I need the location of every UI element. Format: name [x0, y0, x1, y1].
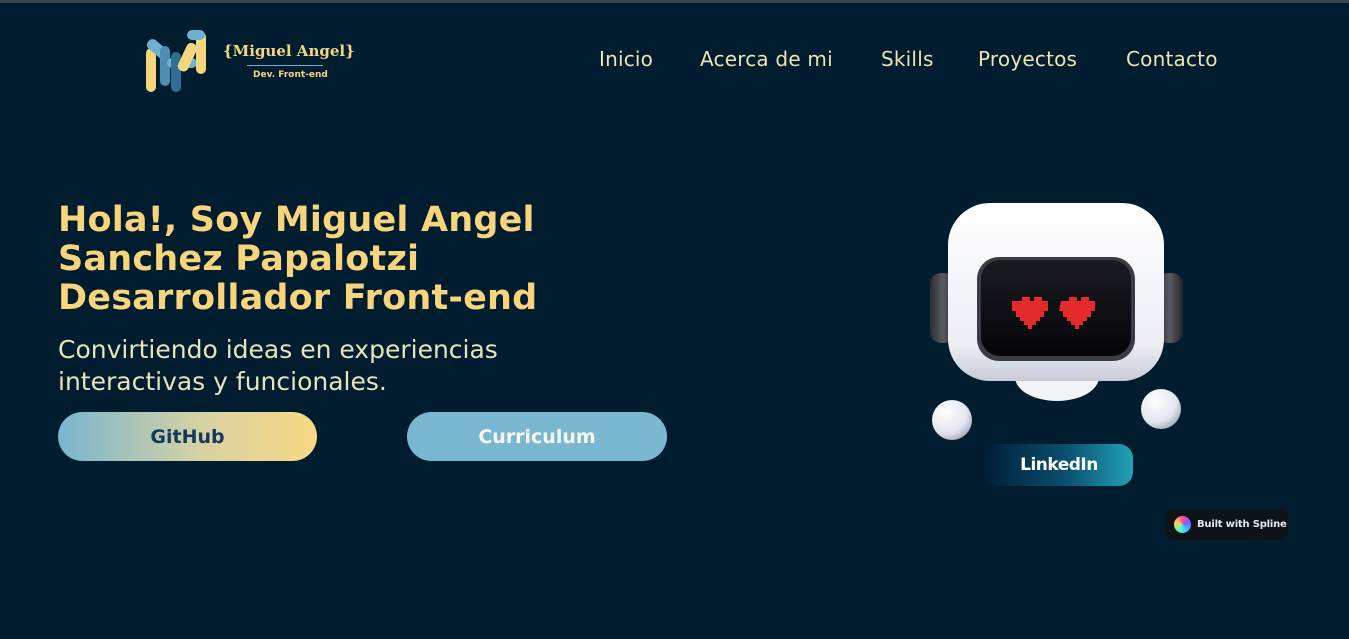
linkedin-button[interactable]: LinkedIn [985, 444, 1133, 486]
hero-subtitle-line: interactivas y funcionales. [58, 367, 387, 396]
browser-top-border [0, 0, 1349, 3]
hero-subtitle-line: Convirtiendo ideas en experiencias [58, 335, 498, 364]
spline-badge-label: Built with Spline [1197, 519, 1287, 530]
logo-divider [247, 65, 323, 66]
hero-subtitle: Convirtiendo ideas en experiencias inter… [58, 334, 498, 398]
hero-title: Hola!, Soy Miguel Angel Sanchez Papalotz… [58, 201, 537, 318]
site-logo[interactable]: {Miguel Angel} Dev. Front-end [143, 28, 358, 96]
hero-title-line: Sanchez Papalotzi [58, 239, 420, 279]
nav-item-contacto[interactable]: Contacto [1126, 47, 1218, 71]
built-with-spline-badge[interactable]: Built with Spline [1165, 509, 1288, 540]
logo-subtitle: Dev. Front-end [253, 70, 328, 80]
spline-logo-icon [1174, 516, 1191, 533]
logo-name: {Miguel Angel} [223, 42, 355, 60]
nav-item-skills[interactable]: Skills [881, 47, 934, 71]
github-button[interactable]: GitHub [58, 412, 317, 461]
curriculum-button[interactable]: Curriculum [407, 412, 667, 461]
hero-title-line: Hola!, Soy Miguel Angel [58, 200, 535, 240]
hero-title-line: Desarrollador Front-end [58, 278, 538, 318]
nav-item-acerca[interactable]: Acerca de mi [700, 47, 833, 71]
nav-item-proyectos[interactable]: Proyectos [978, 47, 1077, 71]
nav-item-inicio[interactable]: Inicio [599, 47, 653, 71]
robot-heart-eyes-icon[interactable] [925, 195, 1190, 445]
ma-monogram-icon [146, 30, 206, 92]
